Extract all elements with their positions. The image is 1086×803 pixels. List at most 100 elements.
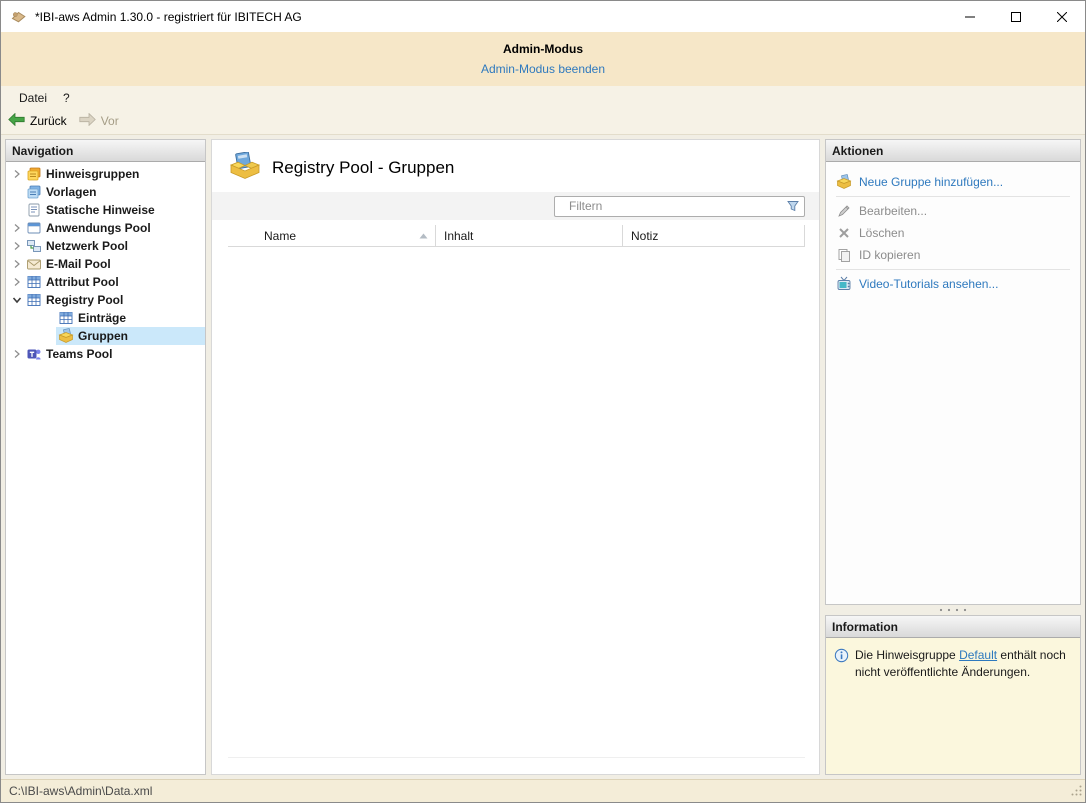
nav-item-eintraege[interactable]: Einträge bbox=[6, 309, 205, 327]
column-header-inhalt[interactable]: Inhalt bbox=[436, 225, 623, 246]
expand-chevron-icon[interactable] bbox=[10, 255, 24, 273]
panel-splitter[interactable] bbox=[825, 605, 1081, 615]
expand-chevron-icon[interactable] bbox=[10, 165, 24, 183]
back-button-label: Zurück bbox=[30, 114, 67, 128]
info-icon bbox=[834, 648, 849, 666]
nav-item-label: Teams Pool bbox=[46, 347, 113, 361]
nav-item-registry-pool[interactable]: Registry Pool bbox=[6, 291, 205, 309]
close-button[interactable] bbox=[1039, 1, 1085, 32]
application-pool-icon bbox=[26, 220, 42, 236]
nav-item-attribut-pool[interactable]: Attribut Pool bbox=[6, 273, 205, 291]
actions-panel: Aktionen Neue Gruppe hinzufügen... Bearb… bbox=[825, 139, 1081, 605]
back-arrow-icon bbox=[8, 112, 25, 129]
nav-item-label: Gruppen bbox=[78, 329, 128, 343]
filter-bar bbox=[212, 192, 819, 220]
separator bbox=[836, 269, 1070, 270]
email-pool-icon bbox=[26, 256, 42, 272]
column-header-notiz[interactable]: Notiz bbox=[623, 225, 805, 246]
list-body bbox=[228, 247, 805, 757]
page-title: Registry Pool - Gruppen bbox=[272, 157, 455, 177]
filter-funnel-icon[interactable] bbox=[786, 199, 800, 216]
information-content: Die Hinweisgruppe Default enthält noch n… bbox=[826, 638, 1080, 774]
collapse-chevron-icon[interactable] bbox=[10, 291, 24, 309]
nav-item-hinweisgruppen[interactable]: Hinweisgruppen bbox=[6, 165, 205, 183]
registry-pool-icon bbox=[26, 292, 42, 308]
information-panel: Information Die Hinweisgruppe Default en… bbox=[825, 615, 1081, 775]
nav-item-email-pool[interactable]: E-Mail Pool bbox=[6, 255, 205, 273]
admin-mode-title: Admin-Modus bbox=[503, 42, 583, 56]
main-content: Navigation Hinweisgruppen Vorlagen Stati… bbox=[1, 135, 1085, 779]
edit-icon bbox=[836, 203, 852, 219]
navigation-panel-header: Navigation bbox=[6, 140, 205, 162]
action-label: Löschen bbox=[859, 226, 905, 240]
action-label: Bearbeiten... bbox=[859, 204, 928, 218]
video-tutorials-icon bbox=[836, 276, 852, 292]
column-label: Name bbox=[264, 228, 297, 243]
window-title: *IBI-aws Admin 1.30.0 - registriert für … bbox=[35, 9, 302, 24]
nav-item-label: Attribut Pool bbox=[46, 275, 119, 289]
nav-item-label: Anwendungs Pool bbox=[46, 221, 151, 235]
action-video-tutorials[interactable]: Video-Tutorials ansehen... bbox=[836, 273, 1072, 295]
statusbar-path: C:\IBI-aws\Admin\Data.xml bbox=[9, 784, 153, 798]
action-add-group[interactable]: Neue Gruppe hinzufügen... bbox=[836, 171, 1072, 193]
menubar: Datei ? bbox=[1, 86, 1085, 108]
delete-icon bbox=[836, 225, 852, 241]
admin-mode-exit-link[interactable]: Admin-Modus beenden bbox=[481, 62, 605, 76]
expand-chevron-icon[interactable] bbox=[10, 219, 24, 237]
action-label: ID kopieren bbox=[859, 248, 921, 262]
menu-help[interactable]: ? bbox=[55, 88, 78, 108]
action-label: Neue Gruppe hinzufügen... bbox=[859, 175, 1004, 189]
sort-ascending-icon bbox=[418, 229, 429, 243]
app-icon bbox=[10, 8, 27, 25]
nav-item-netzwerk-pool[interactable]: Netzwerk Pool bbox=[6, 237, 205, 255]
minimize-button[interactable] bbox=[947, 1, 993, 32]
column-header-name[interactable]: Name bbox=[228, 225, 436, 246]
nav-item-label: E-Mail Pool bbox=[46, 257, 111, 271]
expand-chevron-icon[interactable] bbox=[10, 345, 24, 363]
statusbar: C:\IBI-aws\Admin\Data.xml bbox=[1, 779, 1085, 802]
default-group-link[interactable]: Default bbox=[959, 648, 997, 662]
nav-item-label: Registry Pool bbox=[46, 293, 124, 307]
back-button[interactable]: Zurück bbox=[8, 112, 67, 129]
app-window: *IBI-aws Admin 1.30.0 - registriert für … bbox=[0, 0, 1086, 803]
add-group-icon bbox=[836, 174, 852, 190]
list-header: Name Inhalt Notiz bbox=[228, 225, 805, 247]
nav-item-vorlagen[interactable]: Vorlagen bbox=[6, 183, 205, 201]
static-hints-icon bbox=[26, 202, 42, 218]
separator bbox=[836, 196, 1070, 197]
expand-chevron-icon[interactable] bbox=[10, 273, 24, 291]
action-edit: Bearbeiten... bbox=[836, 200, 1072, 222]
information-text-before: Die Hinweisgruppe bbox=[855, 648, 960, 662]
registry-entries-icon bbox=[58, 310, 74, 326]
nav-item-label: Hinweisgruppen bbox=[46, 167, 140, 181]
templates-icon bbox=[26, 184, 42, 200]
right-column: Aktionen Neue Gruppe hinzufügen... Bearb… bbox=[825, 139, 1081, 775]
information-panel-header: Information bbox=[826, 616, 1080, 638]
nav-item-statische-hinweise[interactable]: Statische Hinweise bbox=[6, 201, 205, 219]
copy-id-icon bbox=[836, 247, 852, 263]
groups-icon bbox=[58, 328, 74, 344]
filter-input[interactable] bbox=[554, 195, 805, 217]
groups-list: Name Inhalt Notiz bbox=[228, 225, 805, 758]
expand-chevron-icon[interactable] bbox=[10, 237, 24, 255]
forward-arrow-icon bbox=[79, 112, 96, 129]
titlebar[interactable]: *IBI-aws Admin 1.30.0 - registriert für … bbox=[1, 1, 1085, 32]
maximize-button[interactable] bbox=[993, 1, 1039, 32]
navigation-toolbar: Zurück Vor bbox=[1, 108, 1085, 135]
nav-item-label: Vorlagen bbox=[46, 185, 97, 199]
network-pool-icon bbox=[26, 238, 42, 254]
admin-mode-banner: Admin-Modus Admin-Modus beenden bbox=[1, 32, 1085, 86]
attribute-pool-icon bbox=[26, 274, 42, 290]
navigation-tree: Hinweisgruppen Vorlagen Statische Hinwei… bbox=[6, 162, 205, 363]
nav-item-gruppen[interactable]: Gruppen bbox=[6, 327, 205, 345]
resize-grip[interactable] bbox=[1070, 784, 1083, 800]
detail-panel: Registry Pool - Gruppen Name bbox=[211, 139, 820, 775]
nav-item-teams-pool[interactable]: Teams Pool bbox=[6, 345, 205, 363]
menu-datei[interactable]: Datei bbox=[11, 88, 55, 108]
column-label: Inhalt bbox=[444, 228, 474, 243]
action-label: Video-Tutorials ansehen... bbox=[859, 277, 999, 291]
nav-item-anwendungs-pool[interactable]: Anwendungs Pool bbox=[6, 219, 205, 237]
